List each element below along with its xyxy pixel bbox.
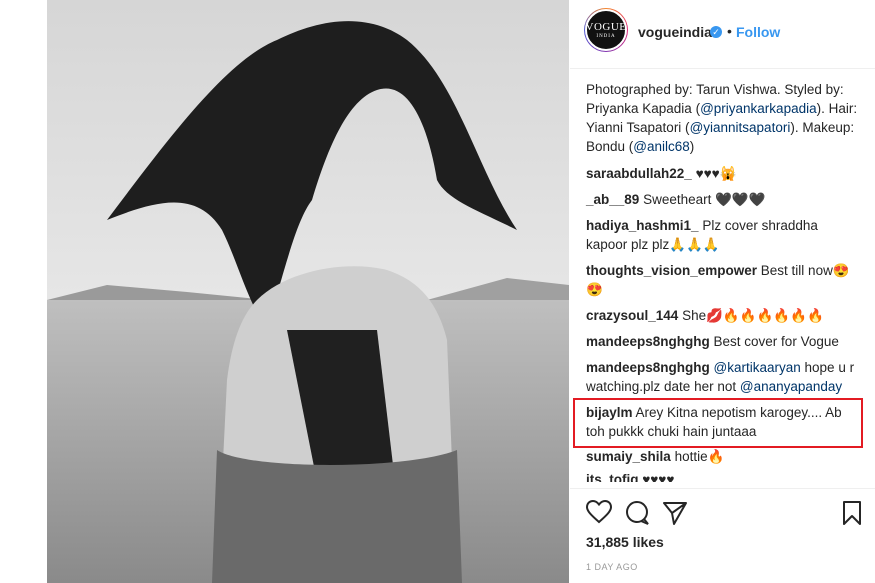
comment-item: mandeeps8nghghg @kartikaaryan hope u r w… — [586, 358, 858, 396]
post-timestamp: 1 DAY AGO — [586, 562, 638, 572]
comment-item: sumaiy_shila hottie🔥 — [586, 447, 858, 466]
comment-item: its_tofiq ♥♥♥♥ — [586, 470, 858, 482]
post-caption: Photographed by: Tarun Vishwa. Styled by… — [586, 82, 858, 154]
mention-link[interactable]: @kartikaaryan — [714, 360, 801, 375]
comment-username[interactable]: saraabdullah22_ — [586, 166, 692, 181]
avatar-image: VOGUE INDIA — [585, 9, 627, 51]
photo-illustration — [47, 0, 569, 583]
comment-item: saraabdullah22_ ♥♥♥🙀 — [586, 164, 858, 183]
mention-link[interactable]: @ananyapanday — [740, 379, 842, 394]
comment-icon[interactable] — [624, 500, 650, 531]
actions-divider — [570, 488, 875, 489]
highlight-box — [573, 398, 863, 448]
comment-username[interactable]: _ab__89 — [586, 192, 639, 207]
mention-link[interactable]: @anilc68 — [633, 139, 690, 154]
post-actions — [585, 499, 866, 529]
comment-text: ♥♥♥🙀 — [695, 166, 737, 181]
post-photo[interactable] — [47, 0, 569, 583]
comment-item: _ab__89 Sweetheart 🖤🖤🖤 — [586, 190, 858, 209]
comment-item: thoughts_vision_empower Best till now😍 😍 — [586, 261, 858, 299]
share-icon[interactable] — [662, 500, 688, 531]
post-header: VOGUE INDIA vogueindia ✓ • Follow — [570, 0, 875, 70]
comment-text: Best cover for Vogue — [713, 334, 839, 349]
mention-link[interactable]: @yiannitsapatori — [690, 120, 791, 135]
comment-username[interactable]: sumaiy_shila — [586, 449, 671, 464]
comment-text: Sweetheart 🖤🖤🖤 — [643, 192, 766, 207]
comment-text: hottie🔥 — [674, 449, 725, 464]
bookmark-icon[interactable] — [842, 500, 862, 531]
post-username[interactable]: vogueindia — [638, 24, 712, 40]
header-divider — [570, 68, 875, 69]
comment-item: mandeeps8nghghg Best cover for Vogue — [586, 332, 858, 351]
mention-link[interactable]: @priyankarkapadia — [700, 101, 817, 116]
heart-icon[interactable] — [585, 499, 613, 529]
comment-username[interactable]: mandeeps8nghghg — [586, 360, 710, 375]
comment-username[interactable]: mandeeps8nghghg — [586, 334, 710, 349]
likes-count[interactable]: 31,885 likes — [586, 534, 664, 550]
separator-dot: • — [727, 23, 732, 39]
comment-text: ♥♥♥♥ — [642, 472, 675, 482]
avatar[interactable]: VOGUE INDIA — [584, 8, 628, 52]
comment-text: She💋🔥🔥🔥🔥🔥🔥 — [682, 308, 824, 323]
post-side-panel: VOGUE INDIA vogueindia ✓ • Follow Photog… — [570, 0, 875, 583]
comment-item: hadiya_hashmi1_ Plz cover shraddha kapoo… — [586, 216, 858, 254]
comment-username[interactable]: its_tofiq — [586, 472, 639, 482]
avatar-logo-text: VOGUE — [585, 20, 627, 33]
comment-username[interactable]: thoughts_vision_empower — [586, 263, 757, 278]
avatar-logo-subtext: INDIA — [596, 33, 616, 39]
verified-badge-icon: ✓ — [710, 26, 722, 38]
comment-username[interactable]: crazysoul_144 — [586, 308, 678, 323]
comment-item: crazysoul_144 She💋🔥🔥🔥🔥🔥🔥 — [586, 306, 858, 325]
comment-username[interactable]: hadiya_hashmi1_ — [586, 218, 699, 233]
follow-button[interactable]: Follow — [736, 24, 780, 40]
